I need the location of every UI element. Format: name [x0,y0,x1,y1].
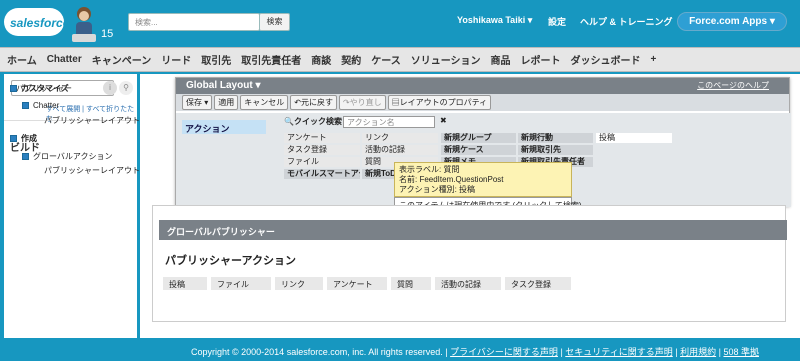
logo-number: 15 [101,28,114,40]
nav-tab[interactable]: 取引先責任者 [241,52,301,67]
palette-action-item[interactable]: 新規取引先 [518,145,593,155]
salesforce-logo[interactable]: salesforce 15 [4,4,114,44]
sidebar-tree-item[interactable]: カスタマイズ [10,83,69,94]
tree-item-label: パブリッシャーレイアウト [44,166,140,175]
quick-search-label: 🔍クイック検索 [284,116,342,127]
properties-label: レイアウトのプロパティ [399,98,488,107]
tree-item-label: 作成 [21,134,37,143]
nav-tab[interactable]: Chatter [47,54,82,65]
global-publisher-header: グローバルパブリッシャー [159,220,787,240]
publisher-action-button[interactable]: ファイル [211,277,271,290]
mascot-icon [72,7,96,42]
nav-tab[interactable]: ホーム [7,52,37,67]
publisher-action-button[interactable]: タスク登録 [505,277,571,290]
main-nav-tabs: ホーム Chatter キャンペーン リード 取引先 取引先責任者 商談 契約 ケース ソリューシ… [0,47,800,72]
nav-tab[interactable]: ダッシュボード [571,52,641,67]
sidebar-tree-item[interactable]: 作成 [10,133,37,144]
tree-item-label: Chatter [33,101,60,110]
publisher-action-button[interactable]: 質問 [391,277,431,290]
logo-text: salesforce [10,16,70,30]
tree-item-label: カスタマイズ [21,84,69,93]
help-page-link[interactable]: このページのヘルプ [697,80,769,91]
magnifier-icon: 🔍 [284,117,294,126]
help-link[interactable]: ヘルプ & トレーニング [580,15,673,28]
apply-button[interactable]: 適用 [214,95,239,110]
footer: Copyright © 2000-2014 salesforce.com, in… [191,347,759,357]
layout-toolbar: 保存 ▾ 適用 キャンセル ↶元に戻す ↷やり直し ▤レイアウトのプロパティ [176,94,789,111]
tooltip-name: 名前: FeedItem.QuestionPost [399,175,504,184]
palette-action-item[interactable]: 新規ケース [441,145,516,155]
undo-button[interactable]: ↶元に戻す [290,95,337,110]
redo-label: やり直し [349,98,382,107]
quick-search-input[interactable]: アクション名 [343,116,435,128]
undo-icon: ↶ [294,98,301,107]
collapse-icon[interactable] [10,135,17,143]
nav-tab[interactable]: 契約 [341,52,361,67]
nav-tab[interactable]: ソリューション [411,52,481,67]
palette-action-item[interactable]: アンケート [284,133,360,143]
palette-action-item[interactable]: タスク登録 [284,145,360,155]
cancel-button[interactable]: キャンセル [240,95,289,110]
nav-tab[interactable]: 商談 [311,52,331,67]
global-publisher-section: グローバルパブリッシャー パブリッシャーアクション 投稿 ファイル リンク アンケート… [152,205,787,322]
sidebar: パブリッシャー i ⚲ すべて展開 | すべて折りたたむ ビルド カスタマイズ C… [4,74,140,338]
collapse-icon[interactable] [22,102,29,110]
publisher-action-list: 投稿 ファイル リンク アンケート 質問 活動の記録 タスク登録 [163,277,575,290]
layout-title-text[interactable]: Global Layout ▾ [186,80,260,91]
clear-search-icon[interactable]: ✖ [440,116,447,125]
publisher-action-button[interactable]: リンク [275,277,323,290]
tooltip-type: アクション種別: 投稿 [399,185,476,194]
sidebar-tree-item[interactable]: パブリッシャーレイアウト [44,115,140,126]
nav-tab[interactable]: ケース [371,52,401,67]
collapse-icon[interactable] [10,85,17,93]
accessibility-link[interactable]: 508 準拠 [723,347,759,357]
publisher-action-button[interactable]: 活動の記録 [435,277,501,290]
info-icon[interactable]: i [103,81,117,95]
palette-category-actions[interactable]: アクション [182,120,266,134]
palette-action-item[interactable]: 投稿 [596,133,672,143]
tooltip: 表示ラベル: 質問 名前: FeedItem.QuestionPost アクショ… [394,162,572,197]
nav-tab[interactable]: キャンペーン [92,52,152,67]
privacy-link[interactable]: プライバシーに関する声明 [450,347,558,357]
publisher-action-button[interactable]: アンケート [327,277,387,290]
search-icon[interactable]: ⚲ [119,81,133,95]
terms-link[interactable]: 利用規約 [680,347,716,357]
nav-tab[interactable]: + [651,54,657,65]
palette-action-item[interactable]: 新規グループ [441,133,516,143]
save-button[interactable]: 保存 ▾ [182,95,213,110]
setup-link[interactable]: 設定 [548,15,566,28]
user-menu[interactable]: Yoshikawa Taiki ▾ [457,15,532,26]
palette-action-item[interactable]: ファイル [284,157,360,167]
collapse-icon[interactable] [22,153,29,161]
copyright: Copyright © 2000-2014 salesforce.com, in… [191,347,448,357]
nav-tab[interactable]: 商品 [491,52,511,67]
layout-properties-button[interactable]: ▤レイアウトのプロパティ [387,95,492,110]
palette-action-item[interactable]: リンク [362,133,438,143]
header: salesforce 15 検索... 検索 Yoshikawa Taiki ▾… [0,0,800,47]
nav-tab[interactable]: レポート [521,52,561,67]
nav-tab[interactable]: 取引先 [201,52,231,67]
quick-search-text: クイック検索 [293,117,342,126]
sidebar-tree-item[interactable]: グローバルアクション [22,151,113,162]
palette-action-item[interactable]: モバイルスマートアク [284,169,360,179]
publisher-action-button[interactable]: 投稿 [163,277,207,290]
undo-label: 元に戻す [300,98,333,107]
app-switcher-button[interactable]: Force.com Apps ▾ [677,12,787,31]
sidebar-tree-item[interactable]: Chatter [22,101,59,110]
publisher-actions-title: パブリッシャーアクション [165,255,297,267]
tree-item-label: パブリッシャーレイアウト [44,116,140,125]
tooltip-label: 表示ラベル: 質問 [399,165,460,174]
palette-action-item[interactable]: 新規行動 [518,133,593,143]
redo-button[interactable]: ↷やり直し [338,95,386,110]
tree-item-label: グローバルアクション [33,152,113,161]
properties-icon: ▤ [391,98,400,107]
palette-action-item[interactable]: 活動の記録 [362,145,438,155]
sidebar-tree-item[interactable]: パブリッシャーレイアウト [44,165,140,176]
search-button[interactable]: 検索 [259,13,290,31]
search-input[interactable]: 検索... [128,13,260,31]
redo-icon: ↷ [342,98,350,107]
security-link[interactable]: セキュリティに関する声明 [565,347,672,357]
nav-tab[interactable]: リード [161,52,191,67]
